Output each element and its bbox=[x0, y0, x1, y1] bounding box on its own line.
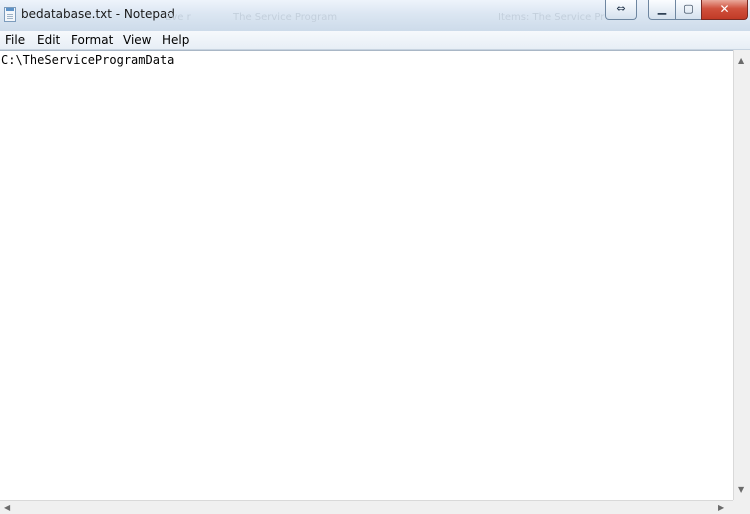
menu-file[interactable]: File bbox=[5, 33, 25, 47]
notepad-window: bedatabase.txt - Notepad Eve r The Servi… bbox=[0, 0, 750, 514]
maximize-button[interactable]: ▢ bbox=[675, 0, 702, 20]
background-window-title-3: Items: The Service Pr bbox=[498, 12, 605, 23]
title-bar[interactable]: bedatabase.txt - Notepad Eve r The Servi… bbox=[0, 0, 750, 32]
menu-edit[interactable]: Edit bbox=[37, 33, 60, 47]
minimize-button[interactable]: ▁ bbox=[648, 0, 676, 20]
notepad-icon[interactable] bbox=[4, 7, 16, 22]
scroll-right-icon[interactable]: ▶ bbox=[718, 504, 724, 512]
close-icon: ✕ bbox=[719, 2, 730, 16]
minimize-icon: ▁ bbox=[657, 2, 667, 15]
menu-bar: File Edit Format View Help bbox=[0, 31, 750, 50]
scroll-down-icon[interactable]: ▼ bbox=[738, 486, 744, 494]
scroll-left-icon[interactable]: ◀ bbox=[4, 504, 10, 512]
close-button[interactable]: ✕ bbox=[701, 0, 748, 20]
menu-view[interactable]: View bbox=[123, 33, 151, 47]
horizontal-scrollbar[interactable]: ◀ ▶ bbox=[0, 500, 733, 514]
maximize-icon: ▢ bbox=[683, 2, 694, 15]
editor-content[interactable]: C:\TheServiceProgramData bbox=[1, 53, 174, 67]
snap-button[interactable]: ⇔ bbox=[605, 0, 637, 20]
vertical-scrollbar[interactable]: ▲ ▼ bbox=[733, 50, 750, 500]
scroll-up-icon[interactable]: ▲ bbox=[738, 57, 744, 65]
scrollbar-corner bbox=[733, 500, 750, 514]
background-window-title-2: The Service Program bbox=[233, 12, 338, 23]
text-editor-area[interactable]: C:\TheServiceProgramData bbox=[0, 50, 733, 501]
background-window-title-1: Eve r bbox=[165, 12, 191, 23]
menu-format[interactable]: Format bbox=[71, 33, 113, 47]
window-title: bedatabase.txt - Notepad bbox=[21, 7, 175, 21]
menu-help[interactable]: Help bbox=[162, 33, 189, 47]
snap-icon: ⇔ bbox=[616, 2, 626, 15]
